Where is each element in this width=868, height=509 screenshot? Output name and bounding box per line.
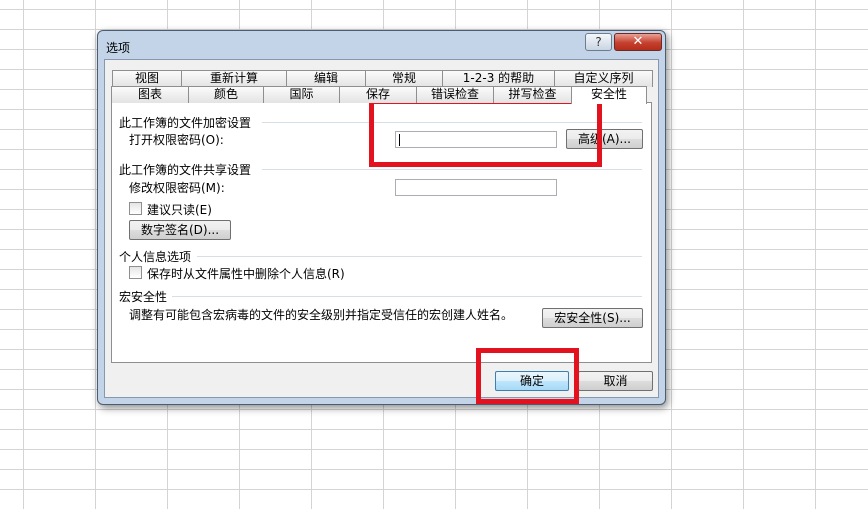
tab-security[interactable]: 安全性 — [571, 86, 647, 104]
tab-general[interactable]: 常规 — [365, 70, 443, 87]
dialog-titlebar[interactable]: 选项 ? ✕ — [98, 31, 665, 59]
encrypt-section-title: 此工作簿的文件加密设置 — [119, 116, 252, 130]
readonly-checkbox[interactable] — [129, 202, 142, 215]
remove-info-checkbox[interactable] — [129, 266, 142, 279]
readonly-label: 建议只读(E) — [147, 203, 212, 217]
modify-password-input[interactable] — [395, 179, 557, 196]
tab-error-checking[interactable]: 错误检查 — [416, 86, 494, 103]
tab-spelling[interactable]: 拼写检查 — [493, 86, 572, 103]
tab-color[interactable]: 颜色 — [188, 86, 264, 103]
close-button[interactable]: ✕ — [614, 33, 662, 51]
open-password-input[interactable] — [395, 131, 557, 148]
dialog-client-area: 视图 重新计算 编辑 常规 1-2-3 的帮助 自定义序列 图表 颜色 国际 保… — [104, 59, 659, 398]
section-divider — [172, 296, 642, 297]
help-button[interactable]: ? — [585, 33, 612, 51]
section-divider — [262, 169, 642, 170]
advanced-button[interactable]: 高级(A)... — [566, 129, 643, 149]
text-caret — [399, 134, 400, 146]
tab-view[interactable]: 视图 — [112, 70, 182, 87]
tab-row-back: 视图 重新计算 编辑 常规 1-2-3 的帮助 自定义序列 — [112, 70, 653, 87]
macro-section-title: 宏安全性 — [119, 290, 168, 304]
macro-description: 调整有可能包含宏病毒的文件的安全级别并指定受信任的宏创建人姓名。 — [129, 308, 514, 322]
tab-international[interactable]: 国际 — [263, 86, 340, 103]
security-panel: 此工作簿的文件加密设置 打开权限密码(O): 高级(A)... 此工作簿的文件共… — [111, 102, 652, 363]
macro-security-button[interactable]: 宏安全性(S)... — [542, 308, 643, 328]
tab-123-help[interactable]: 1-2-3 的帮助 — [442, 70, 555, 87]
tab-edit[interactable]: 编辑 — [286, 70, 366, 87]
modify-password-label: 修改权限密码(M): — [129, 181, 225, 195]
open-password-label: 打开权限密码(O): — [129, 133, 224, 147]
digital-signature-button[interactable]: 数字签名(D)... — [129, 220, 231, 240]
tab-row-front: 图表 颜色 国际 保存 错误检查 拼写检查 安全性 — [111, 86, 647, 104]
section-divider — [262, 122, 642, 123]
tab-chart[interactable]: 图表 — [111, 86, 189, 103]
remove-info-label: 保存时从文件属性中删除个人信息(R) — [147, 267, 345, 281]
section-divider — [197, 256, 642, 257]
options-dialog: 选项 ? ✕ 视图 重新计算 编辑 常规 1-2-3 的帮助 自定义序列 图表 … — [97, 30, 666, 405]
tab-custom-lists[interactable]: 自定义序列 — [554, 70, 653, 87]
tab-recalculation[interactable]: 重新计算 — [181, 70, 287, 87]
ok-button[interactable]: 确定 — [495, 371, 569, 391]
cancel-button[interactable]: 取消 — [578, 371, 653, 391]
privacy-section-title: 个人信息选项 — [119, 250, 192, 264]
share-section-title: 此工作簿的文件共享设置 — [119, 163, 252, 177]
tab-save[interactable]: 保存 — [339, 86, 417, 103]
dialog-title: 选项 — [106, 41, 131, 55]
